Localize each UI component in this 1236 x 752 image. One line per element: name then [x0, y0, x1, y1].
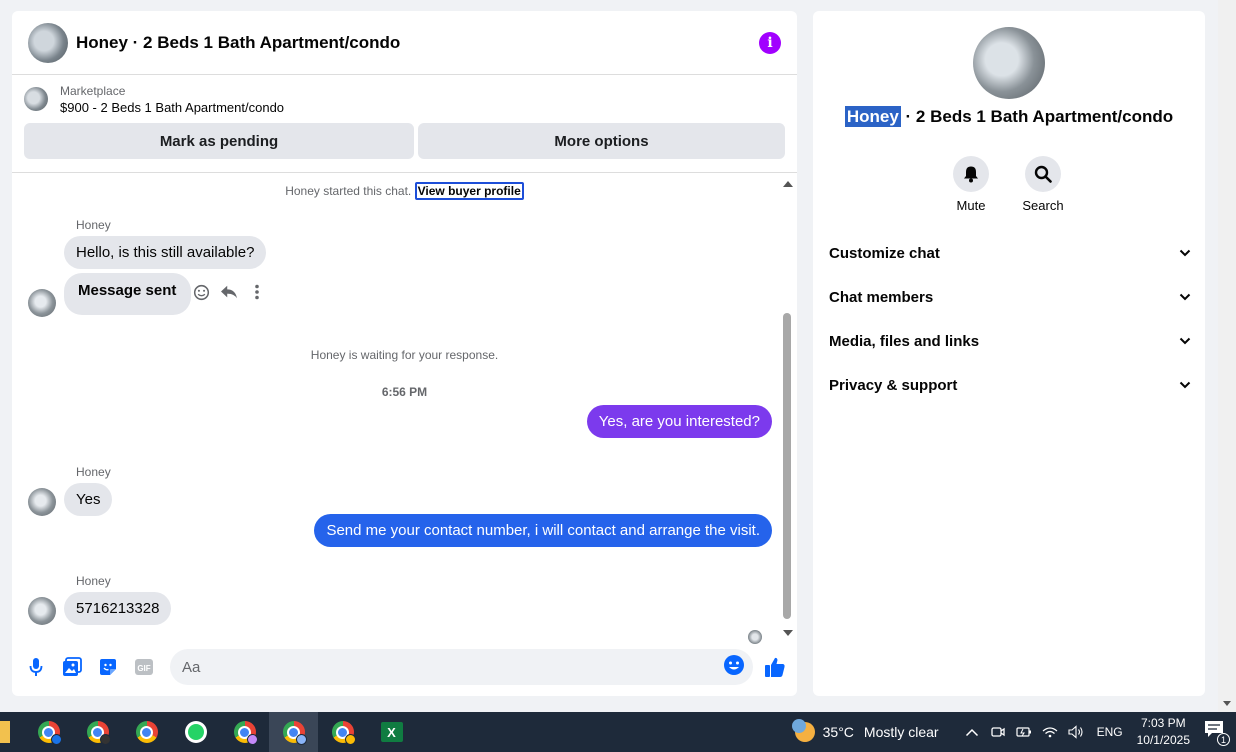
privacy-support-section[interactable]: Privacy & support [829, 363, 1191, 407]
conversation-name-rest: · 2 Beds 1 Bath Apartment/condo [900, 107, 1174, 126]
chevron-down-icon [1179, 293, 1191, 301]
more-options-button[interactable]: More options [418, 123, 785, 159]
bell-icon [953, 156, 989, 192]
notification-count: 1 [1217, 733, 1230, 746]
chrome-profile-c-icon[interactable] [220, 712, 269, 752]
chrome-profile-b-icon[interactable] [73, 712, 122, 752]
clock[interactable]: 7:03 PM 10/1/2025 [1137, 715, 1190, 749]
weather-text[interactable]: Mostly clear [864, 724, 939, 740]
chat-started-text: Honey started this chat. [285, 184, 412, 198]
composer: GIF [12, 638, 797, 696]
react-emoji-icon[interactable] [192, 283, 210, 301]
chrome-profile-e-icon[interactable] [318, 712, 367, 752]
clock-date: 10/1/2025 [1136, 733, 1190, 747]
file-explorer-icon[interactable] [0, 721, 10, 743]
meet-now-icon[interactable] [990, 725, 1006, 739]
scroll-up-arrow[interactable] [783, 181, 793, 187]
incoming-message[interactable]: Hello, is this still available? [64, 236, 267, 269]
battery-icon[interactable] [1015, 725, 1032, 739]
clock-time: 7:03 PM [1140, 716, 1186, 730]
profile-avatar[interactable] [973, 27, 1045, 99]
chevron-down-icon [1179, 249, 1191, 257]
system-tray: 35°C Mostly clear ENG 7:03 PM 10/1/2025 … [791, 712, 1236, 752]
sticker-icon[interactable] [96, 655, 120, 679]
listing-price-title: $900 - 2 Beds 1 Bath Apartment/condo [60, 100, 285, 115]
selected-name-text: Honey [844, 106, 901, 127]
photo-icon[interactable] [60, 655, 84, 679]
language-indicator[interactable]: ENG [1097, 725, 1123, 739]
outgoing-message[interactable]: Yes, are you interested? [586, 405, 772, 438]
avatar[interactable] [28, 488, 56, 516]
conversation-name[interactable]: Honey · 2 Beds 1 Bath Apartment/condo [813, 106, 1205, 127]
reply-icon[interactable] [220, 283, 238, 301]
whatsapp-icon[interactable] [171, 712, 220, 752]
sender-name: Honey [76, 218, 111, 232]
page-scrollbar[interactable] [1218, 0, 1236, 712]
chat-header: Honey · 2 Beds 1 Bath Apartment/condo i [12, 11, 797, 75]
chat-panel: Honey · 2 Beds 1 Bath Apartment/condo i … [12, 11, 797, 696]
view-buyer-profile-link[interactable]: View buyer profile [414, 182, 524, 200]
section-label: Media, files and links [829, 332, 980, 350]
listing-thumbnail [24, 87, 48, 111]
section-label: Customize chat [829, 244, 940, 262]
message-list[interactable]: Honey started this chat. View buyer prof… [12, 172, 797, 644]
message-input[interactable] [182, 658, 723, 676]
mute-button[interactable]: Mute [941, 156, 1001, 213]
waiting-notice: Honey is waiting for your response. [310, 348, 499, 362]
microphone-icon[interactable] [24, 655, 48, 679]
chevron-up-icon[interactable] [964, 725, 980, 739]
chrome-icon[interactable] [122, 712, 171, 752]
weather-icon[interactable] [791, 719, 815, 742]
volume-icon[interactable] [1068, 725, 1084, 739]
avatar[interactable] [28, 597, 56, 625]
info-icon[interactable]: i [759, 31, 781, 54]
scroll-thumb[interactable] [783, 313, 791, 619]
message-scrollbar[interactable] [781, 173, 793, 638]
message-toolbar [192, 283, 266, 301]
like-icon[interactable] [763, 655, 787, 679]
incoming-message[interactable]: Message sent [64, 273, 192, 315]
section-label: Chat members [829, 288, 934, 306]
chrome-profile-d-icon[interactable] [269, 712, 318, 752]
outgoing-message[interactable]: Send me your contact number, i will cont… [314, 514, 772, 547]
temperature[interactable]: 35°C [823, 724, 854, 740]
chat-started-notice: Honey started this chat. View buyer prof… [12, 182, 797, 200]
scroll-down-arrow[interactable] [783, 630, 793, 636]
svg-text:GIF: GIF [137, 664, 150, 673]
mark-as-pending-button[interactable]: Mark as pending [24, 123, 414, 159]
incoming-message[interactable]: Yes [64, 483, 113, 516]
timestamp: 6:56 PM [381, 385, 428, 399]
marketplace-listing[interactable]: Marketplace $900 - 2 Beds 1 Bath Apartme… [12, 75, 797, 117]
chevron-down-icon [1179, 337, 1191, 345]
chat-title[interactable]: Honey · 2 Beds 1 Bath Apartment/condo [76, 33, 759, 53]
page-scroll-down-arrow[interactable] [1223, 701, 1231, 706]
chevron-down-icon [1179, 381, 1191, 389]
search-label: Search [1022, 198, 1064, 213]
avatar[interactable] [28, 289, 56, 317]
incoming-message[interactable]: 5716213328 [64, 592, 172, 625]
listing-actions: Mark as pending More options [12, 117, 797, 159]
chat-details-panel: Honey · 2 Beds 1 Bath Apartment/condo Mu… [813, 11, 1205, 696]
emoji-icon[interactable] [723, 654, 745, 681]
search-button[interactable]: Search [1013, 156, 1073, 213]
more-icon[interactable] [248, 283, 266, 301]
marketplace-label: Marketplace [60, 84, 126, 98]
sender-name: Honey [76, 574, 111, 588]
customize-chat-section[interactable]: Customize chat [829, 231, 1191, 275]
message-input-wrapper [170, 649, 753, 685]
media-files-links-section[interactable]: Media, files and links [829, 319, 1191, 363]
search-icon [1025, 156, 1061, 192]
notifications-icon[interactable]: 1 [1204, 720, 1230, 746]
excel-icon[interactable]: X [367, 712, 416, 752]
mute-label: Mute [956, 198, 986, 213]
taskbar: X 35°C Mostly clear ENG 7:03 PM 10/1/202… [0, 712, 1236, 752]
wifi-icon[interactable] [1042, 725, 1058, 739]
gif-icon[interactable]: GIF [132, 655, 156, 679]
sender-name: Honey [76, 465, 111, 479]
chrome-profile-a-icon[interactable] [24, 712, 73, 752]
chat-members-section[interactable]: Chat members [829, 275, 1191, 319]
section-label: Privacy & support [829, 376, 958, 394]
avatar[interactable] [28, 22, 68, 63]
